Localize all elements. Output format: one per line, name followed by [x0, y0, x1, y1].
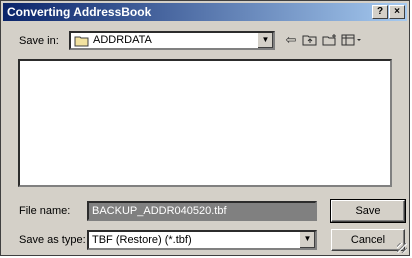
save-button[interactable]: Save: [330, 199, 406, 223]
up-folder-icon[interactable]: [300, 31, 320, 49]
chevron-down-icon[interactable]: ▼: [299, 232, 315, 248]
cancel-button[interactable]: Cancel: [331, 229, 405, 251]
save-in-label: Save in:: [19, 35, 59, 47]
file-name-input[interactable]: BACKUP_ADDR040520.tbf: [87, 201, 317, 221]
file-list[interactable]: [18, 59, 392, 187]
window-title: Converting AddressBook: [7, 5, 152, 19]
folder-icon: [74, 34, 90, 51]
chevron-down-icon[interactable]: ▼: [257, 33, 273, 48]
save-in-combo[interactable]: ADDRDATA ▼: [69, 31, 275, 50]
close-button[interactable]: ×: [389, 5, 405, 19]
save-type-label: Save as type:: [19, 234, 86, 246]
save-type-value: TBF (Restore) (*.tbf): [92, 234, 192, 246]
resize-grip[interactable]: [397, 243, 407, 253]
title-bar[interactable]: Converting AddressBook ? ×: [3, 3, 407, 21]
new-folder-icon[interactable]: [320, 31, 340, 49]
help-button[interactable]: ?: [372, 5, 388, 19]
save-in-value: ADDRDATA: [93, 34, 152, 46]
back-arrow-icon[interactable]: ⇦: [281, 31, 301, 49]
save-dialog: Converting AddressBook ? × Save in: ADDR…: [0, 0, 410, 256]
views-menu-icon[interactable]: [340, 31, 364, 49]
save-type-select[interactable]: TBF (Restore) (*.tbf) ▼: [87, 230, 317, 250]
file-name-label: File name:: [19, 205, 71, 217]
file-name-value: BACKUP_ADDR040520.tbf: [92, 205, 227, 217]
